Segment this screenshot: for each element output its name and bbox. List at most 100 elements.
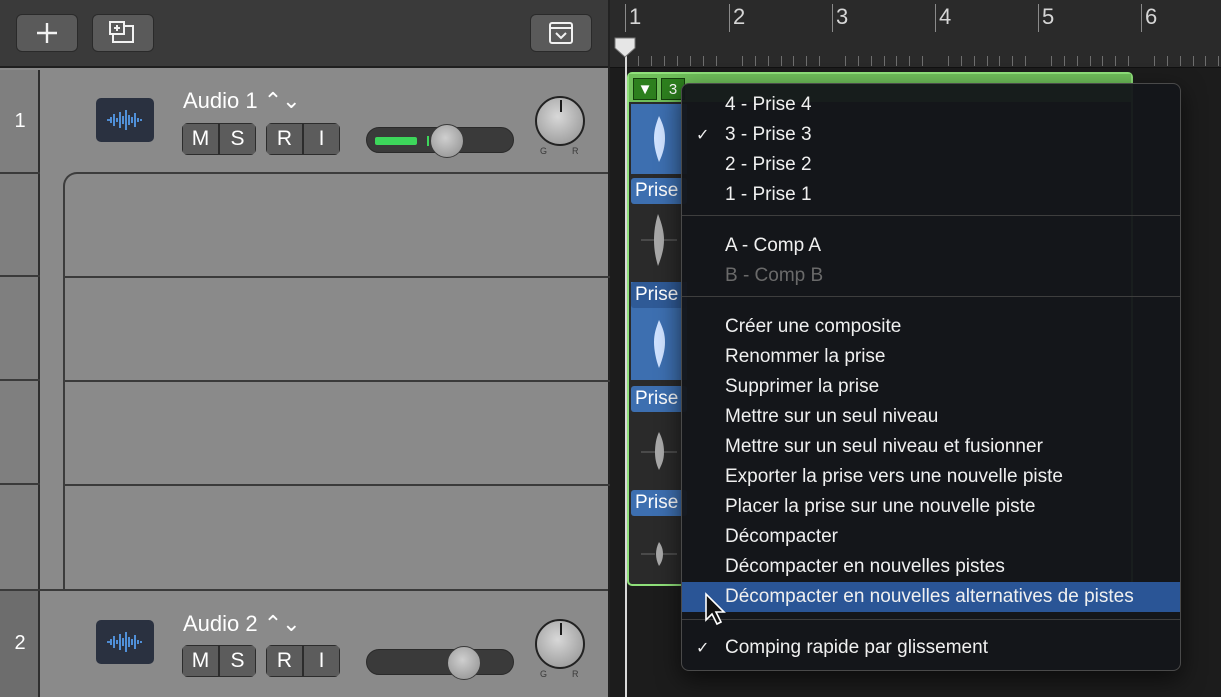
menu-item[interactable]: 1 - Prise 1 bbox=[682, 180, 1180, 210]
menu-item[interactable]: ✓ 3 - Prise 3 bbox=[682, 120, 1180, 150]
waveform bbox=[631, 518, 687, 582]
track-number: 1 bbox=[14, 110, 26, 132]
pan-knob[interactable] bbox=[535, 619, 585, 669]
take-lane-region[interactable]: Prise bbox=[631, 386, 687, 484]
track-header-audio-1[interactable]: Audio 1 ⌃⌄ M S R I G R bbox=[40, 70, 608, 172]
beat-tick bbox=[1205, 56, 1206, 66]
bar-number: 6 bbox=[1145, 4, 1158, 29]
divider bbox=[0, 172, 40, 174]
show-global-tracks-button[interactable] bbox=[530, 14, 592, 52]
add-track-button[interactable] bbox=[16, 14, 78, 52]
plus-icon bbox=[37, 23, 57, 43]
menu-item-label: 4 - Prise 4 bbox=[725, 94, 812, 115]
bar-ruler[interactable]: 1 2 3 4 5 6 bbox=[610, 0, 1221, 68]
menu-item[interactable]: Décompacter en nouvelles pistes bbox=[682, 552, 1180, 582]
beat-tick bbox=[1064, 56, 1065, 66]
beat-tick bbox=[999, 56, 1000, 66]
track-controls: M S R I bbox=[182, 123, 350, 155]
volume-slider[interactable] bbox=[366, 124, 514, 158]
menu-item-label: A - Comp A bbox=[725, 235, 822, 256]
menu-item[interactable]: Mettre sur un seul niveau et fusionner bbox=[682, 432, 1180, 462]
beat-tick bbox=[1025, 56, 1026, 66]
mute-button[interactable]: M bbox=[182, 645, 219, 677]
beat-tick bbox=[819, 56, 820, 66]
beat-tick bbox=[1077, 56, 1078, 66]
solo-button[interactable]: S bbox=[219, 645, 256, 677]
beat-tick bbox=[922, 56, 923, 66]
menu-item[interactable]: Placer la prise sur une nouvelle piste bbox=[682, 492, 1180, 522]
level-peak bbox=[427, 136, 429, 146]
beat-tick bbox=[961, 56, 962, 66]
playhead-line[interactable] bbox=[625, 54, 627, 697]
chevron-down-box-icon bbox=[549, 22, 573, 44]
menu-item[interactable]: A - Comp A bbox=[682, 231, 1180, 261]
checkmark-icon: ✓ bbox=[696, 640, 710, 657]
beat-tick bbox=[664, 56, 665, 66]
menu-item[interactable]: Décompacter bbox=[682, 522, 1180, 552]
input-monitor-button[interactable]: I bbox=[303, 123, 340, 155]
pan-right-label: R bbox=[572, 146, 579, 156]
menu-item-label: Renommer la prise bbox=[725, 346, 886, 367]
checkmark-icon: ✓ bbox=[696, 127, 710, 144]
beat-tick bbox=[1115, 56, 1116, 66]
playhead-icon[interactable] bbox=[613, 36, 637, 58]
take-folder-toggle[interactable]: ▼ bbox=[633, 78, 657, 100]
waveform bbox=[631, 310, 687, 378]
menu-item[interactable]: Créer une composite bbox=[682, 312, 1180, 342]
beat-tick bbox=[768, 56, 769, 66]
duplicate-track-button[interactable] bbox=[92, 14, 154, 52]
bar-number: 1 bbox=[629, 4, 642, 29]
track-header-audio-2[interactable]: Audio 2 ⌃⌄ M S R I G R bbox=[40, 591, 608, 697]
pan-knob[interactable] bbox=[535, 96, 585, 146]
divider bbox=[65, 380, 610, 382]
divider bbox=[65, 484, 610, 486]
waveform bbox=[631, 414, 687, 482]
menu-item-label: 1 - Prise 1 bbox=[725, 184, 812, 205]
beat-tick bbox=[806, 56, 807, 66]
take-lane-region[interactable]: Prise bbox=[631, 490, 687, 584]
beat-tick bbox=[638, 56, 639, 66]
menu-separator bbox=[682, 296, 1180, 297]
track-headers-pane: 1 2 Audio 1 ⌃⌄ M S R I G R Audio 2 ⌃⌄ M … bbox=[0, 0, 610, 697]
beat-tick bbox=[1012, 56, 1013, 66]
menu-item[interactable]: ✓ Comping rapide par glissement bbox=[682, 633, 1180, 663]
volume-knob[interactable] bbox=[447, 646, 481, 680]
beat-tick bbox=[1051, 56, 1052, 66]
bar-number: 2 bbox=[733, 4, 746, 29]
take-lanes bbox=[63, 172, 610, 590]
menu-item-label: Exporter la prise vers une nouvelle pist… bbox=[725, 466, 1063, 487]
menu-item[interactable]: Supprimer la prise bbox=[682, 372, 1180, 402]
volume-knob[interactable] bbox=[430, 124, 464, 158]
volume-slider[interactable] bbox=[366, 646, 514, 680]
take-label: Prise bbox=[631, 490, 687, 516]
solo-button[interactable]: S bbox=[219, 123, 256, 155]
menu-item[interactable]: Mettre sur un seul niveau bbox=[682, 402, 1180, 432]
menu-item-label: Mettre sur un seul niveau et fusionner bbox=[725, 436, 1043, 457]
menu-item[interactable]: Décompacter en nouvelles alternatives de… bbox=[682, 582, 1180, 612]
menu-item[interactable]: Renommer la prise bbox=[682, 342, 1180, 372]
take-folder-context-menu: 4 - Prise 4 ✓ 3 - Prise 3 2 - Prise 2 1 - Pr… bbox=[681, 83, 1181, 671]
track-name[interactable]: Audio 2 ⌃⌄ bbox=[183, 611, 301, 637]
record-enable-button[interactable]: R bbox=[266, 645, 303, 677]
take-lane-region[interactable]: Prise bbox=[631, 178, 687, 276]
bar-number: 3 bbox=[836, 4, 849, 29]
beat-tick bbox=[793, 56, 794, 66]
pan-right-label: R bbox=[572, 669, 579, 679]
take-lane-region[interactable] bbox=[631, 104, 687, 174]
menu-item[interactable]: Exporter la prise vers une nouvelle pist… bbox=[682, 462, 1180, 492]
menu-item[interactable]: 2 - Prise 2 bbox=[682, 150, 1180, 180]
record-enable-button[interactable]: R bbox=[266, 123, 303, 155]
input-monitor-button[interactable]: I bbox=[303, 645, 340, 677]
beat-tick bbox=[896, 56, 897, 66]
take-lane-region[interactable]: Prise bbox=[631, 282, 687, 380]
divider bbox=[0, 379, 40, 381]
menu-item[interactable]: 4 - Prise 4 bbox=[682, 90, 1180, 120]
beat-tick bbox=[703, 56, 704, 66]
track-name[interactable]: Audio 1 ⌃⌄ bbox=[183, 88, 301, 114]
waveform-icon bbox=[96, 98, 154, 142]
menu-separator bbox=[682, 215, 1180, 216]
beat-tick bbox=[781, 56, 782, 66]
menu-item-label: Supprimer la prise bbox=[725, 376, 880, 397]
duplicate-track-icon bbox=[109, 21, 134, 43]
mute-button[interactable]: M bbox=[182, 123, 219, 155]
